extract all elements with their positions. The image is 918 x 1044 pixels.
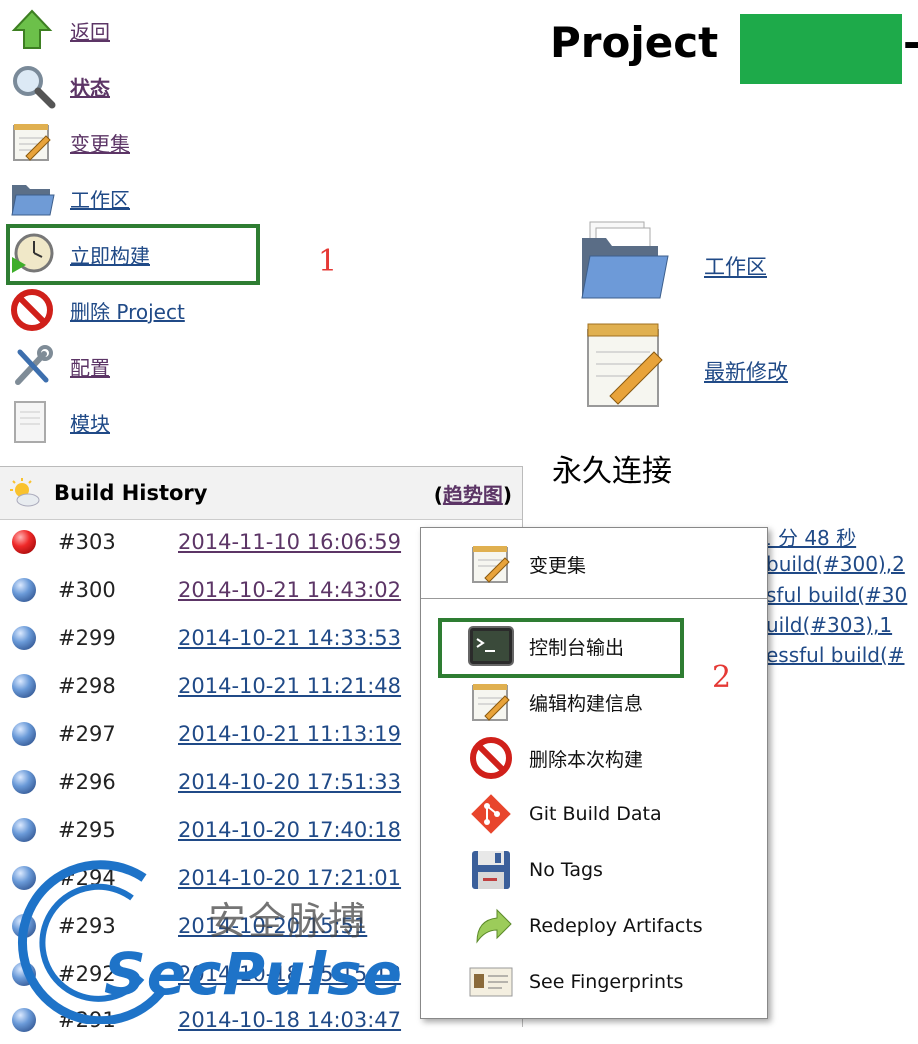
sidebar-item-status[interactable]: 状态	[10, 62, 310, 110]
document-icon	[10, 398, 58, 446]
build-number[interactable]: #303	[58, 530, 178, 554]
build-date-link[interactable]: 2014-11-10 16:06:59	[178, 530, 401, 554]
menu-item-redeploy-artifacts[interactable]: Redeploy Artifacts	[421, 898, 767, 954]
menu-item-git-build-data[interactable]: Git Build Data	[421, 786, 767, 842]
no-entry-icon	[467, 734, 515, 782]
build-date-link[interactable]: 2014-10-21 11:21:48	[178, 674, 401, 698]
status-ball-success-icon	[12, 818, 36, 842]
paren-close: )	[502, 482, 512, 507]
build-number[interactable]: #296	[58, 770, 178, 794]
build-number[interactable]: #297	[58, 722, 178, 746]
sidebar-item-label: 模块	[70, 411, 110, 436]
watermark-english: SecPulse	[104, 940, 403, 1008]
build-history-header: Build History (趋势图)	[0, 467, 522, 520]
sidebar-item-label: 工作区	[70, 187, 130, 212]
redeploy-arrow-icon	[467, 902, 515, 950]
annotation-number-1: 1	[318, 244, 338, 279]
status-ball-success-icon	[12, 770, 36, 794]
build-number[interactable]: #295	[58, 818, 178, 842]
permalinks-heading: 永久连接	[552, 454, 672, 489]
menu-item-label: 删除本次构建	[529, 748, 644, 771]
build-history-title: Build History	[54, 481, 208, 505]
status-ball-success-icon	[12, 578, 36, 602]
menu-item-label: See Fingerprints	[529, 971, 684, 993]
notepad-icon	[467, 540, 515, 588]
fingerprint-card-icon	[467, 958, 515, 1006]
wrench-screwdriver-icon	[10, 342, 58, 390]
sidebar-item-changes[interactable]: 变更集	[10, 118, 310, 166]
permalink-item[interactable]: build(#300),2	[766, 552, 905, 576]
magnifier-icon	[10, 62, 58, 110]
notepad-icon	[10, 118, 58, 166]
sidebar-item-back[interactable]: 返回	[10, 6, 310, 54]
status-ball-success-icon	[12, 674, 36, 698]
redacted-block	[740, 14, 902, 84]
menu-item-label: Redeploy Artifacts	[529, 915, 703, 937]
permalink-item[interactable]: uild(#303),1	[766, 613, 892, 637]
menu-item-label: Git Build Data	[529, 803, 662, 825]
menu-item-no-tags[interactable]: No Tags	[421, 842, 767, 898]
menu-separator	[421, 598, 767, 599]
build-number[interactable]: #299	[58, 626, 178, 650]
git-icon	[467, 790, 515, 838]
build-date-link[interactable]: 2014-10-20 17:21:01	[178, 866, 401, 890]
menu-item-see-fingerprints[interactable]: See Fingerprints	[421, 954, 767, 1010]
notepad-icon	[467, 678, 515, 726]
menu-item-changes[interactable]: 变更集	[421, 536, 767, 592]
latest-changes-large-icon[interactable]	[580, 320, 670, 414]
menu-item-label: 编辑构建信息	[529, 692, 644, 715]
permalink-item[interactable]: sful build(#30	[766, 583, 907, 607]
build-date-link[interactable]: 2014-10-18 14:03:47	[178, 1008, 401, 1032]
trend-link[interactable]: 趋势图	[443, 483, 503, 507]
build-number[interactable]: #300	[58, 578, 178, 602]
page-title: Project	[550, 18, 719, 67]
sidebar-item-delete-project[interactable]: 删除 Project	[10, 286, 310, 334]
build-date-link[interactable]: 2014-10-21 14:33:53	[178, 626, 401, 650]
floppy-disk-icon	[467, 846, 515, 894]
menu-item-label: No Tags	[529, 859, 603, 881]
sidebar-item-workspace[interactable]: 工作区	[10, 174, 310, 222]
sidebar-item-modules[interactable]: 模块	[10, 398, 310, 446]
status-ball-failed-icon	[12, 530, 36, 554]
sidebar-item-label: 返回	[70, 19, 110, 44]
no-entry-icon	[10, 286, 58, 334]
page-title-tail: -	[903, 18, 918, 67]
latest-changes-link[interactable]: 最新修改	[704, 356, 788, 386]
paren-open: (	[433, 482, 443, 507]
menu-item-delete-build[interactable]: 删除本次构建	[421, 730, 767, 786]
sidebar-item-label: 状态	[70, 75, 110, 100]
trend-link-wrapper: (趋势图)	[434, 479, 512, 508]
permalink-item[interactable]: essful build(#	[766, 643, 905, 667]
build-date-link[interactable]: 2014-10-21 14:43:02	[178, 578, 401, 602]
folder-icon	[10, 174, 58, 222]
menu-item-label: 变更集	[529, 554, 587, 577]
annotation-box-2	[438, 618, 684, 678]
annotation-number-2: 2	[712, 660, 732, 695]
sidebar-item-configure[interactable]: 配置	[10, 342, 310, 390]
workspace-link[interactable]: 工作区	[704, 251, 767, 281]
build-date-link[interactable]: 2014-10-20 17:51:33	[178, 770, 401, 794]
status-ball-success-icon	[12, 722, 36, 746]
sidebar-item-label: 配置	[70, 355, 110, 380]
up-arrow-icon	[10, 6, 58, 54]
watermark-chinese: 安全脉搏	[208, 899, 369, 943]
build-date-link[interactable]: 2014-10-20 17:40:18	[178, 818, 401, 842]
build-context-menu: 变更集 控制台输出 编辑构建信息 删除本次构建 Git Build Data N…	[420, 527, 768, 1019]
build-date-link[interactable]: 2014-10-21 11:13:19	[178, 722, 401, 746]
weather-icon	[10, 478, 40, 508]
status-ball-success-icon	[12, 626, 36, 650]
workspace-large-icon[interactable]	[578, 218, 672, 306]
annotation-box-1	[6, 224, 260, 285]
sidebar-item-label: 变更集	[70, 131, 130, 156]
build-number[interactable]: #298	[58, 674, 178, 698]
sidebar-item-label: 删除 Project	[70, 299, 185, 324]
